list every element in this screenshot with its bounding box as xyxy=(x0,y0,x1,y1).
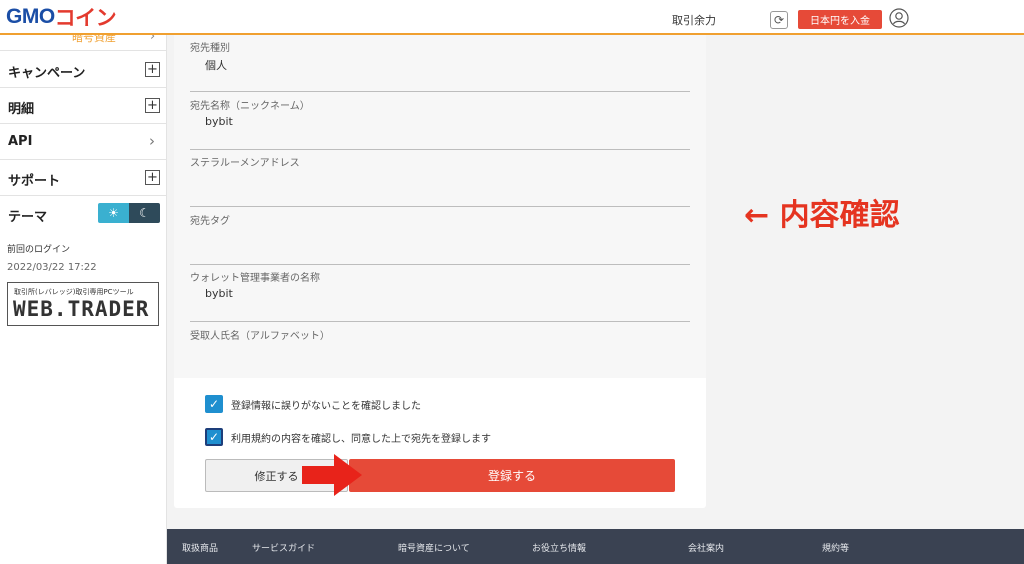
deposit-jpy-button[interactable]: 日本円を入金 xyxy=(798,10,882,29)
top-header: GMO コイン 取引余力 ⟳ 日本円を入金 xyxy=(0,0,1024,35)
confirm-info-checkbox-row[interactable]: ✓ 登録情報に誤りがないことを確認しました xyxy=(205,395,421,413)
last-login-label: 前回のログイン xyxy=(7,245,71,255)
sun-icon[interactable]: ☀ xyxy=(98,203,129,223)
field-destination-tag: 宛先タグ xyxy=(190,208,690,265)
sidebar-item-campaign[interactable]: キャンペーン + xyxy=(0,52,166,88)
sidebar-item-statement[interactable]: 明細 + xyxy=(0,88,166,124)
field-recipient-name: 受取人氏名（アルファベット） xyxy=(190,323,690,380)
red-arrow-icon xyxy=(302,454,362,496)
theme-toggle[interactable]: ☀ ☾ xyxy=(98,203,160,223)
field-stellar-address: ステラルーメンアドレス xyxy=(190,150,690,207)
footer: 取扱商品 サービスガイド 暗号資産について お役立ち情報 会社案内 規約等 xyxy=(167,529,1024,564)
gmo-coin-logo[interactable]: GMO コイン xyxy=(6,5,117,30)
webtrader-logo-text: WEB.TRADER xyxy=(13,297,150,321)
sidebar-item-label: テーマ xyxy=(8,210,48,225)
confirmation-fields: 宛先種別 個人 宛先名称（ニックネーム） bybit ステラルーメンアドレス 宛… xyxy=(174,35,706,378)
agree-terms-checkbox[interactable]: ✓ xyxy=(205,428,223,446)
webtrader-banner[interactable]: 取引所(レバレッジ)取引専用PCツール WEB.TRADER xyxy=(7,282,159,326)
sidebar-item-support[interactable]: サポート + xyxy=(0,160,166,196)
refresh-button[interactable]: ⟳ xyxy=(770,11,788,29)
field-destination-type: 宛先種別 個人 xyxy=(190,35,690,92)
footer-link-service-guide[interactable]: サービスガイド xyxy=(252,541,315,554)
moon-icon[interactable]: ☾ xyxy=(129,203,160,223)
field-wallet-provider: ウォレット管理事業者の名称 bybit xyxy=(190,265,690,322)
field-value: bybit xyxy=(205,287,233,300)
plus-icon: + xyxy=(145,170,160,185)
sidebar: 暗号資産 › キャンペーン + 明細 + API › サポート + テーマ ☀ … xyxy=(0,35,167,564)
sidebar-item-crypto[interactable]: 暗号資産 › xyxy=(0,35,166,51)
field-destination-name: 宛先名称（ニックネーム） bybit xyxy=(190,93,690,150)
plus-icon: + xyxy=(145,62,160,77)
logo-coin-text: コイン xyxy=(54,7,117,30)
sidebar-item-label: API xyxy=(8,134,33,149)
sidebar-item-label: 暗号資産 xyxy=(72,35,116,44)
checkbox-label: 利用規約の内容を確認し、同意した上で宛先を登録します xyxy=(231,433,491,445)
refresh-icon: ⟳ xyxy=(773,13,785,27)
field-label: ウォレット管理事業者の名称 xyxy=(190,273,320,284)
field-value: bybit xyxy=(205,115,233,128)
footer-link-company[interactable]: 会社案内 xyxy=(688,541,724,554)
sidebar-item-api[interactable]: API › xyxy=(0,124,166,160)
footer-link-terms[interactable]: 規約等 xyxy=(822,541,849,554)
trade-power-label[interactable]: 取引余力 xyxy=(672,12,716,28)
footer-link-useful-info[interactable]: お役立ち情報 xyxy=(532,541,586,554)
user-icon[interactable] xyxy=(889,8,909,28)
field-value: 個人 xyxy=(205,59,227,72)
logo-gmo-text: GMO xyxy=(6,5,55,28)
footer-link-about-crypto[interactable]: 暗号資産について xyxy=(398,541,470,554)
last-login-time: 2022/03/22 17:22 xyxy=(7,262,97,273)
field-label: 宛先タグ xyxy=(190,216,230,227)
checkbox-label: 登録情報に誤りがないことを確認しました xyxy=(231,400,421,412)
sidebar-item-label: 明細 xyxy=(8,102,35,117)
sidebar-item-label: キャンペーン xyxy=(8,66,86,81)
confirm-info-checkbox[interactable]: ✓ xyxy=(205,395,223,413)
field-label: ステラルーメンアドレス xyxy=(190,158,300,169)
sidebar-item-label: サポート xyxy=(8,174,61,189)
footer-link-products[interactable]: 取扱商品 xyxy=(182,541,218,554)
chevron-right-icon: › xyxy=(149,132,155,150)
webtrader-subtitle: 取引所(レバレッジ)取引専用PCツール xyxy=(14,288,134,296)
field-label: 宛先名称（ニックネーム） xyxy=(190,101,310,112)
plus-icon: + xyxy=(145,98,160,113)
field-label: 受取人氏名（アルファベット） xyxy=(190,331,330,342)
field-label: 宛先種別 xyxy=(190,43,230,54)
annotation-text: ← 内容確認 xyxy=(744,198,900,233)
agree-terms-checkbox-row[interactable]: ✓ 利用規約の内容を確認し、同意した上で宛先を登録します xyxy=(205,428,491,446)
chevron-right-icon: › xyxy=(150,35,156,44)
register-button[interactable]: 登録する xyxy=(349,459,675,492)
